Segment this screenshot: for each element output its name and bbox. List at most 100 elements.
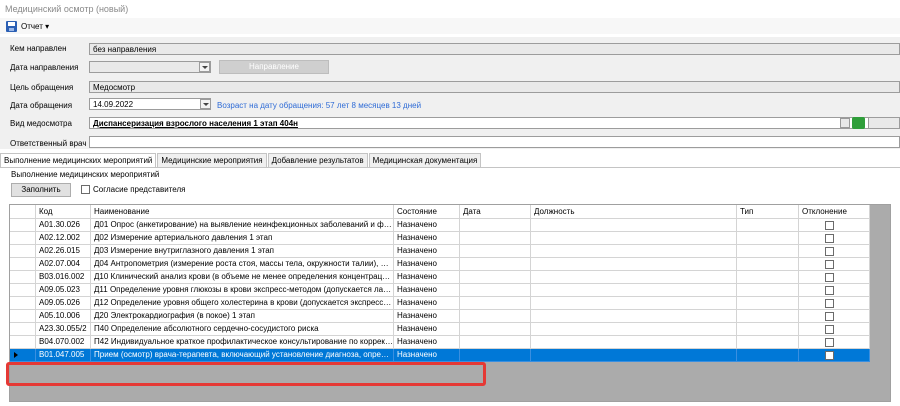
cell-date[interactable] (460, 284, 531, 297)
cell-code[interactable]: A09.05.026 (36, 297, 91, 310)
cell-name[interactable]: П42 Индивидуальное краткое профилактичес… (91, 336, 394, 349)
cell-type[interactable] (737, 258, 799, 271)
cell-position[interactable] (531, 219, 737, 232)
cell-name[interactable]: П40 Определение абсолютного сердечно-сос… (91, 323, 394, 336)
cell-deviation[interactable] (799, 258, 870, 271)
table-row[interactable]: A09.05.023 Д11 Определение уровня глюкозы… (10, 284, 870, 297)
chevron-down-icon[interactable] (199, 62, 210, 72)
clear-icon[interactable] (840, 118, 850, 128)
tab-execution[interactable]: Выполнение медицинских мероприятий (0, 153, 157, 168)
cell-state[interactable]: Назначено (394, 323, 460, 336)
cell-date[interactable] (460, 271, 531, 284)
table-row[interactable]: A02.26.015 Д03 Измерение внутриглазного д… (10, 245, 870, 258)
refresh-icon[interactable] (852, 117, 865, 129)
table-row[interactable]: A02.07.004 Д04 Антропометрия (измерение р… (10, 258, 870, 271)
cell-type[interactable] (737, 310, 799, 323)
tab-add-results[interactable]: Добавление результатов (267, 153, 368, 167)
cell-position[interactable] (531, 336, 737, 349)
cell-position[interactable] (531, 323, 737, 336)
fill-button[interactable]: Заполнить (11, 183, 71, 197)
cell-type[interactable] (737, 336, 799, 349)
col-type[interactable]: Тип (737, 205, 799, 219)
deviation-checkbox[interactable] (825, 312, 834, 321)
purpose-field[interactable]: Медосмотр (89, 81, 900, 93)
cell-deviation[interactable] (799, 323, 870, 336)
cell-deviation[interactable] (799, 336, 870, 349)
table-row[interactable]: A23.30.055/2 П40 Определение абсолютного … (10, 323, 870, 336)
cell-code[interactable]: B03.016.002 (36, 271, 91, 284)
cell-state[interactable]: Назначено (394, 258, 460, 271)
cell-position[interactable] (531, 245, 737, 258)
cell-code[interactable]: A02.07.004 (36, 258, 91, 271)
deviation-checkbox[interactable] (825, 247, 834, 256)
cell-type[interactable] (737, 219, 799, 232)
cell-code[interactable]: B04.070.002 (36, 336, 91, 349)
col-position[interactable]: Должность (531, 205, 737, 219)
cell-deviation[interactable] (799, 271, 870, 284)
table-row[interactable]: B03.016.002 Д10 Клинический анализ крови … (10, 271, 870, 284)
chevron-down-icon[interactable] (200, 99, 211, 109)
consent-checkbox[interactable] (81, 185, 90, 194)
col-state[interactable]: Состояние (394, 205, 460, 219)
consent-checkbox-group[interactable]: Согласие представителя (81, 185, 185, 194)
cell-type[interactable] (737, 232, 799, 245)
cell-state[interactable]: Назначено (394, 271, 460, 284)
cell-code[interactable]: A02.12.002 (36, 232, 91, 245)
cell-name[interactable]: Д04 Антропометрия (измерение роста стоя,… (91, 258, 394, 271)
table-row[interactable]: A01.30.026 Д01 Опрос (анкетирование) на в… (10, 219, 870, 232)
cell-position[interactable] (531, 310, 737, 323)
cell-deviation[interactable] (799, 245, 870, 258)
cell-name[interactable]: Д11 Определение уровня глюкозы в крови э… (91, 284, 394, 297)
cell-code[interactable]: A02.26.015 (36, 245, 91, 258)
cell-state[interactable]: Назначено (394, 232, 460, 245)
referral-date-field[interactable] (89, 61, 211, 73)
doctor-field[interactable] (89, 136, 900, 148)
cell-date[interactable] (460, 245, 531, 258)
save-icon[interactable] (6, 20, 17, 32)
deviation-checkbox[interactable] (825, 325, 834, 334)
cell-code[interactable]: A05.10.006 (36, 310, 91, 323)
cell-type[interactable] (737, 284, 799, 297)
cell-name[interactable]: Д10 Клинический анализ крови (в объеме н… (91, 271, 394, 284)
cell-position[interactable] (531, 271, 737, 284)
cell-date[interactable] (460, 310, 531, 323)
cell-name[interactable]: Д20 Электрокардиография (в покое) 1 этап (91, 310, 394, 323)
cell-date[interactable] (460, 349, 531, 362)
exam-type-field[interactable]: Диспансеризация взрослого населения 1 эт… (89, 117, 870, 129)
cell-date[interactable] (460, 232, 531, 245)
cell-type[interactable] (737, 349, 799, 362)
table-row[interactable]: A05.10.006 Д20 Электрокардиография (в пок… (10, 310, 870, 323)
deviation-checkbox[interactable] (825, 221, 834, 230)
cell-type[interactable] (737, 323, 799, 336)
cell-deviation[interactable] (799, 297, 870, 310)
cell-deviation[interactable] (799, 232, 870, 245)
cell-name[interactable]: Д02 Измерение артериального давления 1 э… (91, 232, 394, 245)
cell-name[interactable]: Прием (осмотр) врача-терапевта, включающ… (91, 349, 394, 362)
cell-type[interactable] (737, 245, 799, 258)
table-row[interactable]: A02.12.002 Д02 Измерение артериального да… (10, 232, 870, 245)
cell-code[interactable]: B01.047.005 (36, 349, 91, 362)
cell-type[interactable] (737, 297, 799, 310)
report-menu[interactable]: Отчет ▾ (6, 20, 49, 32)
table-row[interactable]: A09.05.026 Д12 Определение уровня общего … (10, 297, 870, 310)
cell-state[interactable]: Назначено (394, 336, 460, 349)
cell-date[interactable] (460, 336, 531, 349)
cell-date[interactable] (460, 323, 531, 336)
cell-code[interactable]: A23.30.055/2 (36, 323, 91, 336)
cell-name[interactable]: Д12 Определение уровня общего холестерин… (91, 297, 394, 310)
exam-extra-field[interactable] (868, 117, 900, 129)
deviation-checkbox[interactable] (825, 234, 834, 243)
cell-type[interactable] (737, 271, 799, 284)
cell-state[interactable]: Назначено (394, 219, 460, 232)
cell-deviation[interactable] (799, 284, 870, 297)
cell-date[interactable] (460, 219, 531, 232)
tab-medical-documents[interactable]: Медицинская документация (368, 153, 482, 167)
cell-position[interactable] (531, 284, 737, 297)
cell-code[interactable]: A01.30.026 (36, 219, 91, 232)
cell-state[interactable]: Назначено (394, 310, 460, 323)
cell-position[interactable] (531, 297, 737, 310)
deviation-checkbox[interactable] (825, 286, 834, 295)
col-deviation[interactable]: Отклонение (799, 205, 870, 219)
col-date[interactable]: Дата (460, 205, 531, 219)
cell-date[interactable] (460, 258, 531, 271)
